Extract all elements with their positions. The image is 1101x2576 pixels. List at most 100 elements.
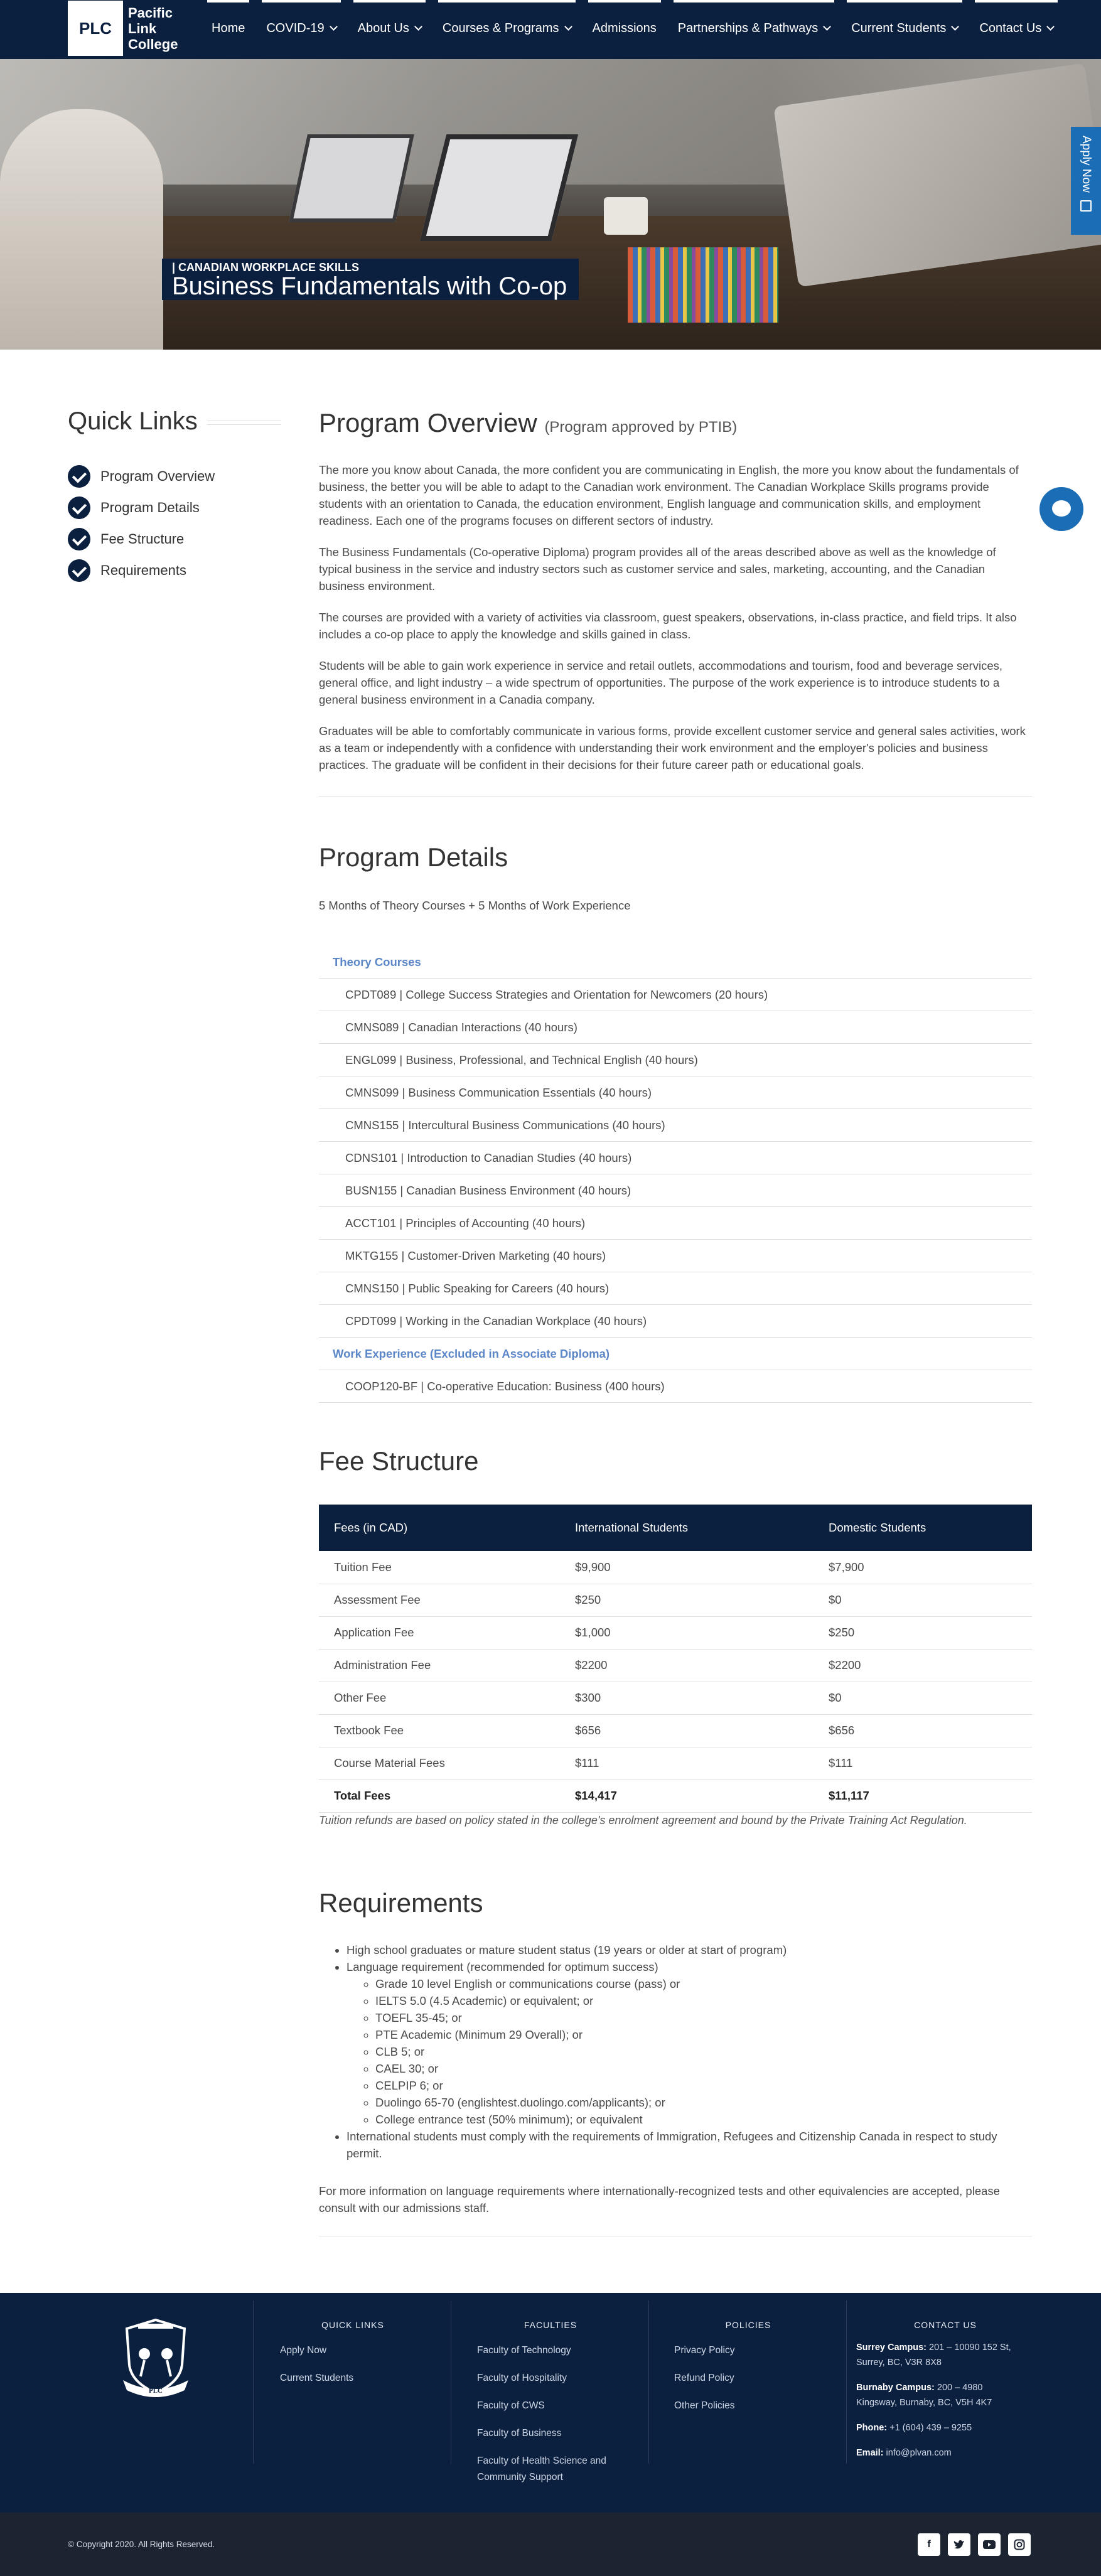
- nav-item-about-us[interactable]: About Us: [347, 0, 432, 56]
- table-cell: $0: [814, 1682, 1032, 1715]
- facebook-icon[interactable]: f: [918, 2533, 940, 2556]
- footer-link[interactable]: Faculty of Technology: [477, 2345, 606, 2373]
- youtube-icon[interactable]: [978, 2533, 1001, 2556]
- footer-faculties: Faculty of Technology Faculty of Hospital…: [477, 2345, 606, 2499]
- fees-title: Fee Structure: [319, 1446, 479, 1476]
- requirement-item: High school graduates or mature student …: [346, 1941, 1032, 1958]
- language-option: TOEFL 35-45; or: [375, 2009, 1032, 2026]
- nav-item-contact-us[interactable]: Contact Us: [969, 0, 1064, 56]
- footer-link[interactable]: Privacy Policy: [674, 2345, 734, 2373]
- footer-link[interactable]: Community Support: [477, 2472, 606, 2499]
- table-row: Other Fee $300 $0: [319, 1682, 1032, 1715]
- table-cell: $11,117: [814, 1779, 1032, 1813]
- logo-text: Pacific Link College: [128, 4, 178, 52]
- table-cell: Other Fee: [319, 1682, 560, 1715]
- course-item: CPDT089 | College Success Strategies and…: [319, 979, 1032, 1011]
- hero-photo-person: [0, 109, 163, 350]
- table-cell: $250: [560, 1584, 814, 1617]
- total-row: Total Fees $14,417 $11,117: [319, 1779, 1032, 1813]
- overview-paragraph: The courses are provided with a variety …: [319, 611, 1017, 641]
- email-link[interactable]: Email: info@plvan.com: [856, 2445, 1045, 2461]
- table-cell: $1,000: [560, 1616, 814, 1650]
- chevron-down-icon: [329, 23, 338, 31]
- hero-photo-laptop: [289, 134, 414, 222]
- instagram-icon[interactable]: [1008, 2533, 1031, 2556]
- hero-title: Business Fundamentals with Co-op: [172, 272, 567, 300]
- nav-item-partnerships-pathways[interactable]: Partnerships & Pathways: [667, 0, 841, 56]
- requirements-list: High school graduates or mature student …: [346, 1941, 1032, 2162]
- divider: [319, 796, 1032, 797]
- fees-note: Tuition refunds are based on policy stat…: [319, 1814, 967, 1827]
- course-group-heading[interactable]: Theory Courses: [319, 946, 1032, 979]
- quick-link-item[interactable]: Program Overview: [68, 461, 215, 492]
- college-crest-logo: PLC: [123, 2318, 188, 2397]
- check-circle-icon: [68, 465, 90, 488]
- table-cell: Total Fees: [319, 1779, 560, 1813]
- footer-quick-links-title: QUICK LINKS: [321, 2320, 384, 2330]
- nav-item-current-students[interactable]: Current Students: [841, 0, 969, 56]
- course-group-heading[interactable]: Work Experience (Excluded in Associate D…: [319, 1338, 1032, 1370]
- chat-bubble-button[interactable]: [1039, 487, 1083, 531]
- course-item: CMNS089 | Canadian Interactions (40 hour…: [319, 1011, 1032, 1044]
- hero-photo-laptop: [419, 134, 579, 241]
- overview-title-note: (Program approved by PTIB): [544, 419, 738, 436]
- table-cell: Tuition Fee: [319, 1551, 560, 1584]
- table-cell: $2200: [814, 1649, 1032, 1682]
- requirements-title: Requirements: [319, 1888, 483, 1918]
- quick-link-item[interactable]: Requirements: [68, 555, 215, 586]
- footer-link[interactable]: Faculty of Health Science and: [477, 2455, 606, 2472]
- table-cell: $111: [560, 1747, 814, 1780]
- course-item: CMNS155 | Intercultural Business Communi…: [319, 1109, 1032, 1142]
- footer-link[interactable]: Current Students: [280, 2373, 353, 2400]
- apply-now-tab[interactable]: Apply Now: [1071, 127, 1101, 235]
- quick-link-item[interactable]: Fee Structure: [68, 523, 215, 555]
- nav-item-admissions[interactable]: Admissions: [582, 0, 667, 56]
- footer-link[interactable]: Faculty of CWS: [477, 2400, 606, 2428]
- hero-banner: | CANADIAN WORKPLACE SKILLS Business Fun…: [0, 59, 1101, 350]
- table-cell: Application Fee: [319, 1616, 560, 1650]
- requirements-heading: Requirements: [319, 1888, 1032, 1918]
- nav-item-courses-programs[interactable]: Courses & Programs: [432, 0, 582, 56]
- table-cell: $14,417: [560, 1779, 814, 1813]
- hero-photo-cup: [604, 197, 648, 235]
- course-item: COOP120-BF | Co-operative Education: Bus…: [319, 1370, 1032, 1403]
- table-row: Tuition Fee $9,900 $7,900: [319, 1551, 1032, 1584]
- requirement-item: Language requirement (recommended for op…: [346, 1958, 1032, 2128]
- overview-paragraph: Graduates will be able to comfortably co…: [319, 724, 1026, 771]
- course-item: CMNS150 | Public Speaking for Careers (4…: [319, 1272, 1032, 1305]
- footer-quick-links: Apply Now Current Students: [280, 2345, 353, 2400]
- phone-number[interactable]: Phone: +1 (604) 439 – 9255: [856, 2420, 1045, 2435]
- copyright: © Copyright 2020. All Rights Reserved.: [68, 2540, 215, 2549]
- fees-table: Fees (in CAD) International Students Domes…: [319, 1505, 1032, 1813]
- column-header: Domestic Students: [814, 1505, 1032, 1551]
- footer-link[interactable]: Apply Now: [280, 2345, 353, 2373]
- overview-paragraph: The Business Fundamentals (Co-operative …: [319, 545, 996, 593]
- table-cell: $7,900: [814, 1551, 1032, 1584]
- footer-link[interactable]: Refund Policy: [674, 2373, 734, 2400]
- quick-link-item[interactable]: Program Details: [68, 492, 215, 523]
- hero-title-banner: | CANADIAN WORKPLACE SKILLS Business Fun…: [162, 259, 579, 300]
- footer-link[interactable]: Faculty of Business: [477, 2428, 606, 2455]
- chevron-down-icon: [1046, 23, 1055, 31]
- footer-link[interactable]: Other Policies: [674, 2400, 734, 2428]
- details-heading: Program Details: [319, 842, 1032, 872]
- table-row: Application Fee $1,000 $250: [319, 1616, 1032, 1650]
- nav-item-home[interactable]: Home: [201, 0, 255, 56]
- language-option: CAEL 30; or: [375, 2060, 1032, 2077]
- language-option: PTE Academic (Minimum 29 Overall); or: [375, 2026, 1032, 2043]
- surrey-campus-address: Surrey Campus: 201 – 10090 152 St, Surre…: [856, 2343, 1011, 2368]
- details-title: Program Details: [319, 842, 508, 872]
- check-circle-icon: [68, 528, 90, 550]
- twitter-icon[interactable]: [948, 2533, 970, 2556]
- logo-mark: PLC: [68, 1, 123, 56]
- table-row: Assessment Fee $250 $0: [319, 1584, 1032, 1617]
- footer-link[interactable]: Faculty of Hospitality: [477, 2373, 606, 2400]
- column-header: International Students: [560, 1505, 814, 1551]
- language-option: CELPIP 6; or: [375, 2077, 1032, 2094]
- course-item: ACCT101 | Principles of Accounting (40 h…: [319, 1207, 1032, 1240]
- nav-item-covid-19[interactable]: COVID-19: [255, 0, 346, 56]
- hero-photo-books: [628, 247, 778, 323]
- site-logo[interactable]: PLC Pacific Link College: [68, 0, 200, 56]
- chevron-down-icon: [564, 23, 572, 31]
- chevron-down-icon: [823, 23, 832, 31]
